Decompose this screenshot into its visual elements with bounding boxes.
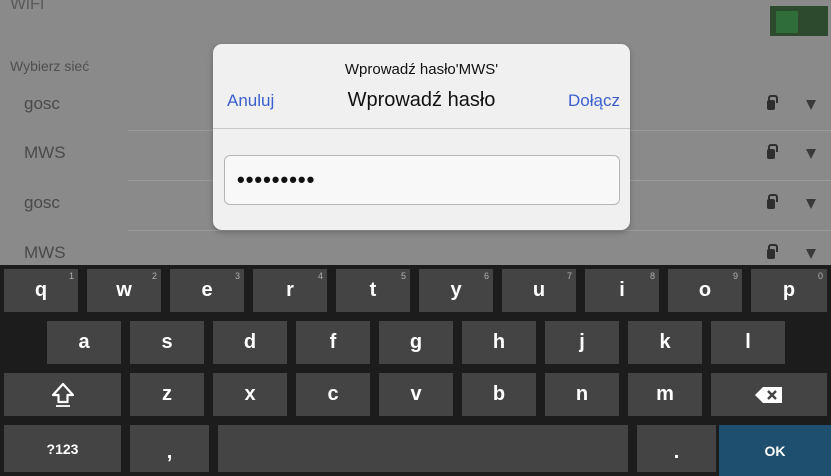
key-q[interactable]: q1 [4,269,78,312]
key-k[interactable]: k [628,321,702,364]
backspace-icon [754,386,784,404]
key-d[interactable]: d [213,321,287,364]
key-hint: 1 [68,271,74,281]
symbols-key[interactable]: ?123 [4,425,121,472]
key-hint: 5 [400,271,406,281]
key-label: w [116,279,132,301]
soft-keyboard: q1 w2 e3 r4 t5 y6 u7 i8 o9 p0 a s d f g … [0,265,831,476]
key-t[interactable]: t5 [336,269,410,312]
key-p[interactable]: p0 [751,269,827,312]
shift-key[interactable] [4,373,121,416]
key-hint: 7 [566,271,572,281]
key-label: p [782,279,796,301]
key-m[interactable]: m [628,373,702,416]
dialog-separator [213,128,630,129]
key-label: e [201,279,213,301]
wifi-signal-icon [806,199,816,209]
key-label: o [698,279,712,301]
ok-key[interactable]: OK [719,425,831,476]
join-button[interactable]: Dołącz [568,91,620,111]
key-j[interactable]: j [545,321,619,364]
key-hint: 3 [234,271,240,281]
key-hint: 6 [483,271,489,281]
key-l[interactable]: l [711,321,785,364]
wifi-signal-icon [806,149,816,159]
password-dialog: Wprowadź hasło'MWS' Anuluj Wprowadź hasł… [213,44,630,230]
key-a[interactable]: a [47,321,121,364]
key-c[interactable]: c [296,373,370,416]
key-u[interactable]: u7 [502,269,576,312]
key-h[interactable]: h [462,321,536,364]
key-e[interactable]: e3 [170,269,244,312]
network-name: MWS [24,143,66,162]
backspace-key[interactable] [711,373,827,416]
network-name: gosc [24,193,60,212]
wifi-signal-icon [806,100,816,110]
key-label: q [34,279,48,301]
key-label: r [286,279,294,301]
key-hint: 2 [151,271,157,281]
section-header: Wybierz sieć [10,58,90,74]
lock-icon [767,194,778,209]
key-s[interactable]: s [130,321,204,364]
network-name: MWS [24,243,66,262]
comma-key[interactable]: , [130,425,209,472]
key-label: i [619,279,625,301]
key-b[interactable]: b [462,373,536,416]
key-i[interactable]: i8 [585,269,659,312]
key-label: u [532,279,546,301]
key-n[interactable]: n [545,373,619,416]
password-field-frame [224,155,620,205]
shift-icon [51,382,75,408]
lock-icon [767,144,778,159]
password-input[interactable] [225,156,619,204]
wifi-signal-icon [806,249,816,259]
key-w[interactable]: w2 [87,269,161,312]
key-g[interactable]: g [379,321,453,364]
key-z[interactable]: z [130,373,204,416]
key-label: t [369,279,377,301]
dialog-title: Wprowadź hasło'MWS' [344,61,499,78]
period-key[interactable]: . [637,425,716,472]
key-o[interactable]: o9 [668,269,742,312]
key-v[interactable]: v [379,373,453,416]
key-hint: 0 [817,271,823,281]
cancel-button[interactable]: Anuluj [227,91,274,111]
key-hint: 8 [649,271,655,281]
space-key[interactable] [218,425,628,472]
key-label: y [450,279,462,301]
toggle-knob [776,11,798,33]
key-y[interactable]: y6 [419,269,493,312]
key-hint: 9 [732,271,738,281]
wifi-title: WiFi [10,0,44,13]
wifi-toggle[interactable] [770,6,828,36]
lock-icon [767,95,778,110]
network-row[interactable]: MWS [0,231,831,265]
key-hint: 4 [317,271,323,281]
network-name: gosc [24,94,60,113]
key-r[interactable]: r4 [253,269,327,312]
lock-icon [767,244,778,259]
key-f[interactable]: f [296,321,370,364]
key-x[interactable]: x [213,373,287,416]
